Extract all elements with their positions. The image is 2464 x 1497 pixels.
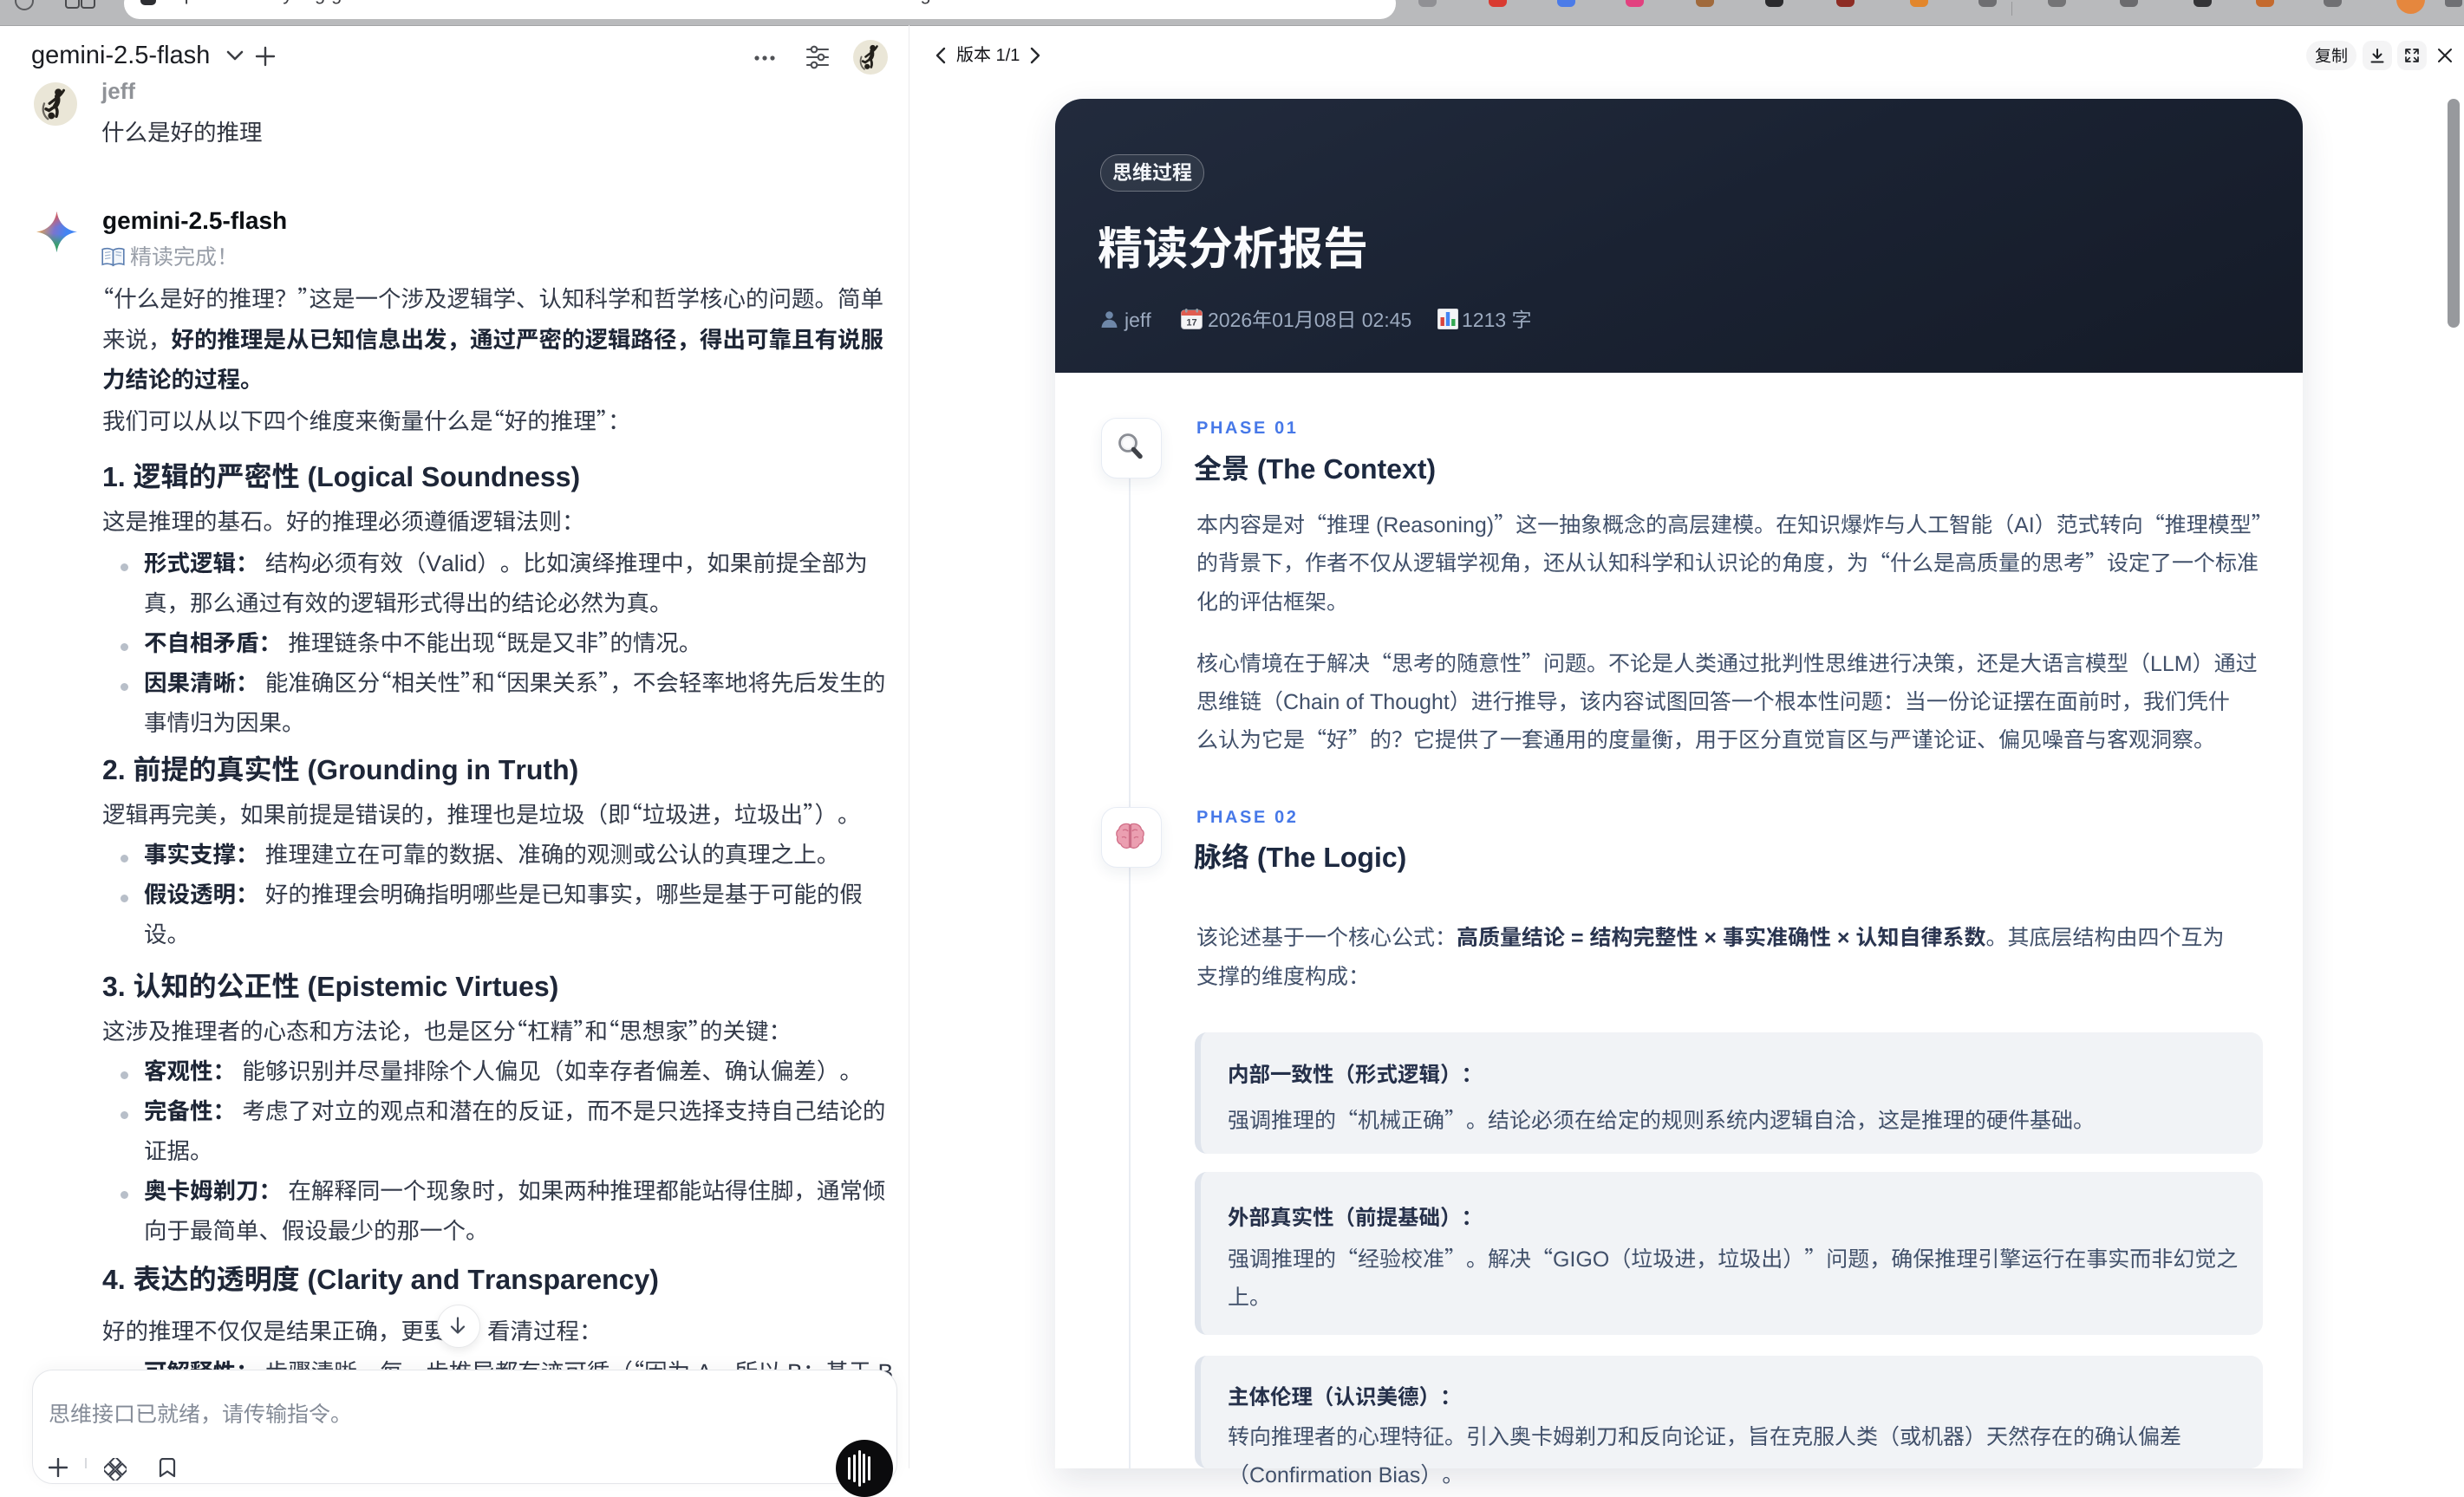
svg-text:17: 17 bbox=[1186, 318, 1196, 329]
